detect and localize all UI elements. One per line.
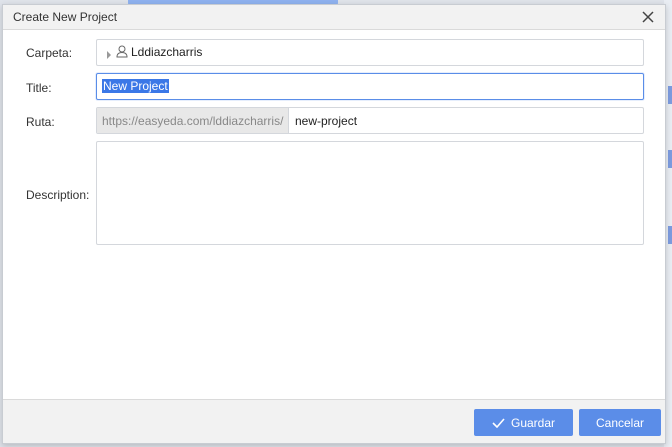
cancel-button[interactable]: Cancelar <box>579 409 661 436</box>
dialog-body: Carpeta: Lddiazcharris Title: New Projec… <box>3 31 665 399</box>
cancel-button-label: Cancelar <box>595 415 645 430</box>
close-icon[interactable] <box>639 8 657 26</box>
dialog-footer: Guardar Cancelar <box>3 399 665 443</box>
carpeta-label: Carpeta: <box>26 46 73 60</box>
background-marker <box>668 86 672 104</box>
ruta-prefix: https://easyeda.com/lddiazcharris/ <box>97 108 289 133</box>
tree-expand-icon[interactable] <box>106 48 112 62</box>
check-icon <box>492 417 505 428</box>
save-button-label: Guardar <box>510 415 556 430</box>
user-icon <box>116 45 128 61</box>
close-icon-glyph <box>642 11 654 23</box>
description-textarea[interactable] <box>96 141 644 245</box>
create-project-dialog: Create New Project Carpeta: Lddiazcharri… <box>2 4 666 444</box>
save-button[interactable]: Guardar <box>474 409 573 436</box>
title-input[interactable]: New Project <box>96 73 644 100</box>
ruta-label: Ruta: <box>26 115 55 129</box>
ruta-field: https://easyeda.com/lddiazcharris/ new-p… <box>96 107 644 134</box>
background-marker <box>668 226 672 244</box>
ruta-input[interactable]: new-project <box>289 108 643 133</box>
title-label: Title: <box>26 81 52 95</box>
title-input-value: New Project <box>102 79 169 93</box>
dialog-titlebar: Create New Project <box>3 5 665 30</box>
dialog-title: Create New Project <box>13 10 118 24</box>
background-marker <box>668 150 672 168</box>
description-label: Description: <box>26 188 90 202</box>
carpeta-selector[interactable]: Lddiazcharris <box>96 39 644 66</box>
carpeta-value: Lddiazcharris <box>131 45 203 59</box>
